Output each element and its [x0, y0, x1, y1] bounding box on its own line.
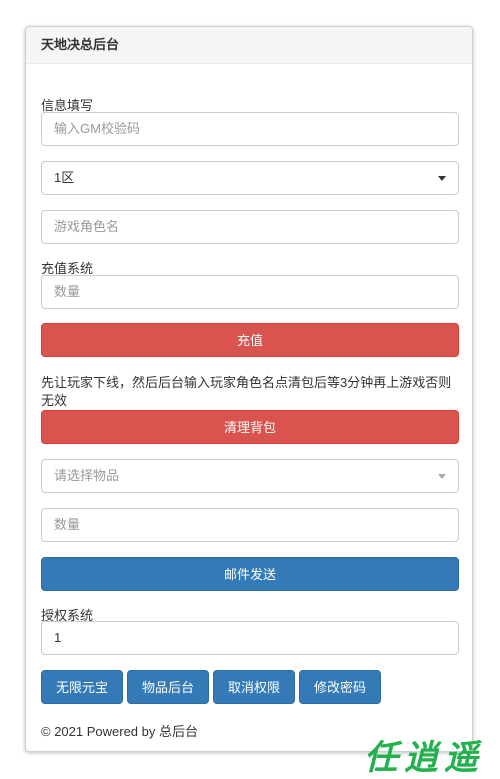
chevron-down-icon [438, 176, 446, 181]
unlimited-yuanbao-button[interactable]: 无限元宝 [41, 670, 123, 704]
item-backend-button[interactable]: 物品后台 [127, 670, 209, 704]
recharge-amount-input[interactable]: 数量 [41, 275, 459, 309]
panel-title: 天地决总后台 [26, 27, 472, 64]
watermark-logo: 任逍遥 [364, 738, 484, 778]
revoke-permission-button[interactable]: 取消权限 [213, 670, 295, 704]
mail-amount-input[interactable]: 数量 [41, 508, 459, 542]
footer-text: © 2021 Powered by 总后台 [41, 724, 198, 739]
gm-code-input[interactable]: 输入GM校验码 [41, 112, 459, 146]
server-select-value: 1区 [54, 170, 75, 185]
chevron-down-icon [438, 474, 446, 479]
item-select-placeholder: 请选择物品 [54, 468, 120, 483]
change-password-button[interactable]: 修改密码 [299, 670, 381, 704]
recharge-button[interactable]: 充值 [41, 323, 459, 357]
role-name-input[interactable]: 游戏角色名 [41, 210, 459, 244]
clear-bag-button[interactable]: 清理背包 [41, 410, 459, 444]
server-select[interactable]: 1区 [41, 161, 459, 195]
item-select[interactable]: 请选择物品 [41, 459, 459, 493]
send-mail-button[interactable]: 邮件发送 [41, 557, 459, 591]
auth-input[interactable]: 1 [41, 621, 459, 655]
clear-bag-notice: 先让玩家下线，然后后台输入玩家角色名点清包后等3分钟再上游戏否则无效 [41, 375, 452, 408]
